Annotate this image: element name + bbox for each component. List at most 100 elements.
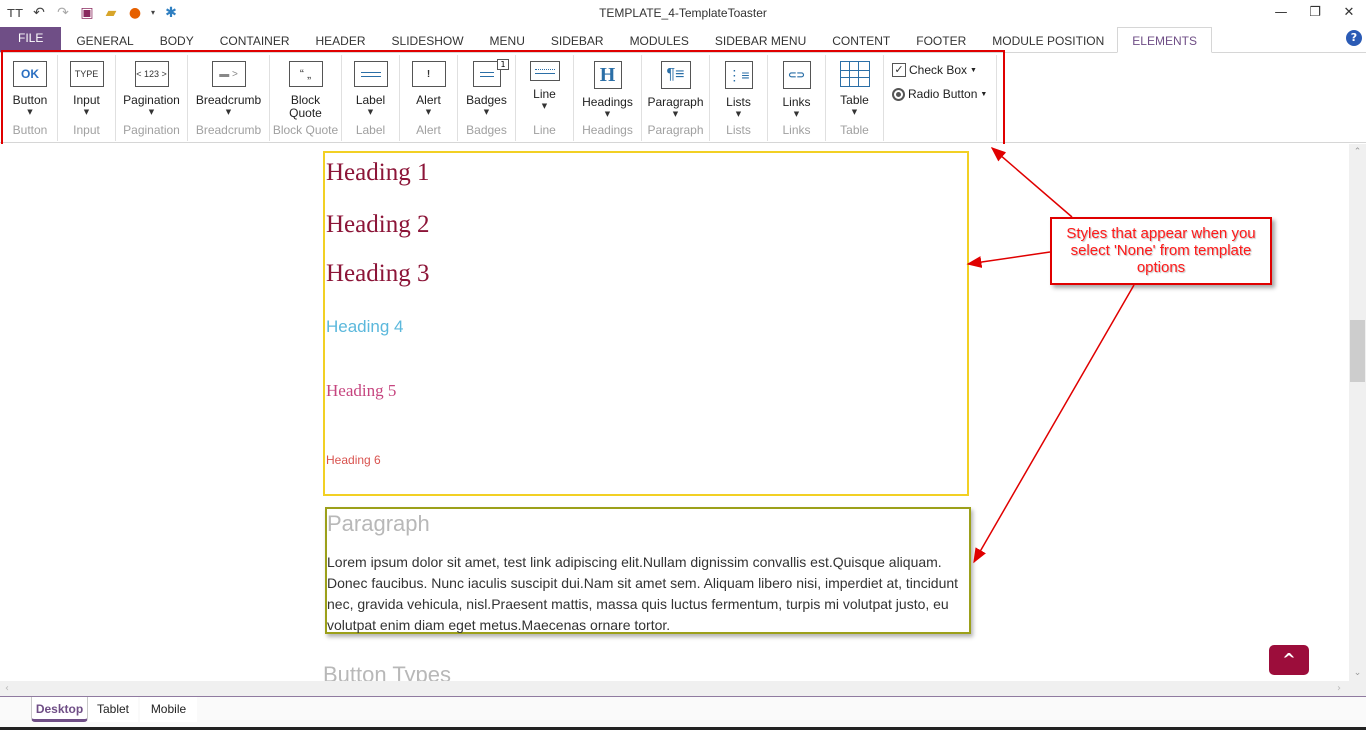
badge-count: 1: [497, 59, 509, 70]
heading-3: Heading 3: [326, 260, 430, 287]
heading-5: Heading 5: [326, 381, 397, 400]
chevron-down-icon: ▼: [735, 110, 742, 118]
tab-footer[interactable]: FOOTER: [903, 28, 979, 52]
chevron-down-icon: ▼: [604, 110, 611, 118]
chevron-down-icon: ▼: [793, 110, 800, 118]
group-name: Breadcrumb: [195, 123, 262, 137]
chevron-down-icon: ▼: [367, 108, 374, 116]
scroll-down-icon[interactable]: ⌄: [1349, 668, 1366, 678]
ribbon-group-label[interactable]: Label ▼ Label: [342, 55, 400, 141]
ribbon-group-line[interactable]: Line ▼ Line: [516, 55, 574, 141]
ribbon-group-input[interactable]: TYPE Input ▼ Input: [58, 55, 116, 141]
chevron-down-icon: ▼: [483, 108, 490, 116]
button-icon: OK: [13, 61, 47, 87]
chevron-down-icon: ▼: [980, 90, 988, 98]
check-box-label: Check Box: [909, 63, 968, 77]
lists-label: Lists: [726, 95, 751, 109]
tab-modules[interactable]: MODULES: [617, 28, 702, 52]
line-label: Line: [533, 87, 556, 101]
heading-2: Heading 2: [326, 211, 430, 238]
chevron-up-icon: ^: [1282, 650, 1296, 669]
ribbon-group-alert[interactable]: ! Alert ▼ Alert: [400, 55, 458, 141]
app-window: ᴛᴛ ↶ ↷ ▣ ▰ ● ▾ ✱ TEMPLATE_4-TemplateToas…: [0, 0, 1366, 730]
table-label: Table: [840, 93, 869, 107]
ribbon-group-lists[interactable]: ⋮≡ Lists ▼ Lists: [710, 55, 768, 141]
line-icon: [529, 61, 560, 81]
scroll-left-icon[interactable]: ‹: [5, 681, 9, 697]
scroll-right-icon[interactable]: ›: [1337, 681, 1341, 697]
scroll-to-top-button[interactable]: ^: [1269, 645, 1309, 675]
group-name: Headings: [582, 123, 633, 137]
links-label: Links: [782, 95, 811, 109]
chevron-down-icon: ▼: [225, 108, 232, 116]
input-icon: TYPE: [69, 61, 104, 87]
group-name: Table: [840, 123, 869, 137]
breadcrumb-icon: ▬ >: [211, 61, 246, 87]
paragraph-preview[interactable]: Paragraph Lorem ipsum dolor sit amet, te…: [325, 507, 971, 634]
chevron-down-icon: ▼: [83, 108, 90, 116]
tab-desktop[interactable]: Desktop: [31, 697, 88, 722]
block-quote-label: Block Quote: [289, 93, 322, 120]
ribbon-group-block-quote[interactable]: “ „ Block Quote Block Quote: [270, 55, 342, 141]
tab-module-position[interactable]: MODULE POSITION: [979, 28, 1117, 52]
chevron-down-icon: ▼: [851, 108, 858, 116]
tab-body[interactable]: BODY: [147, 28, 207, 52]
headings-preview[interactable]: Heading 1 Heading 2 Heading 3 Heading 4 …: [323, 151, 969, 496]
ribbon-group-button[interactable]: OK Button ▼ Button: [3, 55, 58, 141]
horizontal-scrollbar[interactable]: ‹ ›: [0, 681, 1366, 697]
window-controls: — ❐ ✕: [1264, 0, 1366, 28]
group-name: Block Quote: [272, 123, 339, 137]
tab-menu[interactable]: MENU: [477, 28, 538, 52]
close-button[interactable]: ✕: [1332, 0, 1366, 28]
heading-4: Heading 4: [326, 317, 404, 336]
ribbon-group-badges[interactable]: 1 Badges ▼ Badges: [458, 55, 516, 141]
tab-content[interactable]: CONTENT: [819, 28, 903, 52]
title-bar: ᴛᴛ ↶ ↷ ▣ ▰ ● ▾ ✱ TEMPLATE_4-TemplateToas…: [0, 0, 1366, 28]
vertical-scrollbar[interactable]: ⌃ ⌄: [1349, 144, 1366, 681]
radio-icon: [892, 87, 905, 101]
group-name: Alert: [416, 123, 441, 137]
check-box-button[interactable]: ✓ Check Box ▼: [892, 63, 990, 77]
radio-button-label: Radio Button: [908, 87, 978, 101]
heading-1: Heading 1: [326, 159, 430, 186]
ribbon-group-breadcrumb[interactable]: ▬ > Breadcrumb ▼ Breadcrumb: [188, 55, 270, 141]
ribbon-group-form-controls: ✓ Check Box ▼ Radio Button ▼: [884, 55, 997, 141]
tab-tablet[interactable]: Tablet: [88, 697, 138, 722]
ribbon-group-paragraph[interactable]: ¶≡ Paragraph ▼ Paragraph: [642, 55, 710, 141]
restore-button[interactable]: ❐: [1298, 0, 1332, 28]
ribbon-group-pagination[interactable]: < 123 > Pagination ▼ Pagination: [116, 55, 188, 141]
ribbon-group-table[interactable]: Table ▼ Table: [826, 55, 884, 141]
scroll-up-icon[interactable]: ⌃: [1349, 147, 1366, 157]
tab-container[interactable]: CONTAINER: [207, 28, 303, 52]
tab-elements[interactable]: ELEMENTS: [1117, 27, 1212, 53]
lists-icon: ⋮≡: [724, 61, 753, 89]
paragraph-text: Lorem ipsum dolor sit amet, test link ad…: [327, 554, 959, 633]
device-tabs: Desktop Tablet Mobile: [0, 697, 1366, 730]
tab-header[interactable]: HEADER: [303, 28, 379, 52]
chevron-down-icon: ▼: [672, 110, 679, 118]
chevron-down-icon: ▼: [970, 66, 977, 74]
tab-general[interactable]: GENERAL: [63, 28, 146, 52]
ribbon-tabs: FILE GENERAL BODY CONTAINER HEADER SLIDE…: [0, 27, 1366, 53]
tab-file[interactable]: FILE: [0, 27, 62, 52]
group-name: Links: [782, 123, 811, 137]
group-name: Paragraph: [647, 123, 704, 137]
chevron-down-icon: ▼: [27, 108, 33, 116]
tab-mobile[interactable]: Mobile: [140, 697, 197, 722]
tab-sidebar[interactable]: SIDEBAR: [538, 28, 617, 52]
chevron-down-icon: ▼: [148, 108, 155, 116]
ribbon-group-links[interactable]: ⊂⊃ Links ▼ Links: [768, 55, 826, 141]
table-icon: [839, 61, 870, 87]
ribbon-group-headings[interactable]: H Headings ▼ Headings: [574, 55, 642, 141]
checkbox-icon: ✓: [892, 63, 906, 77]
help-icon[interactable]: ?: [1346, 30, 1362, 46]
badges-label: Badges: [466, 93, 507, 107]
tab-sidebar-menu[interactable]: SIDEBAR MENU: [702, 28, 819, 52]
minimize-button[interactable]: —: [1264, 0, 1298, 28]
paragraph-label: Paragraph: [647, 95, 704, 109]
headings-icon: H: [593, 61, 622, 89]
tab-slideshow[interactable]: SLIDESHOW: [379, 28, 477, 52]
radio-button-button[interactable]: Radio Button ▼: [892, 87, 990, 101]
block-quote-icon: “ „: [288, 61, 323, 87]
scroll-thumb[interactable]: [1350, 320, 1365, 382]
